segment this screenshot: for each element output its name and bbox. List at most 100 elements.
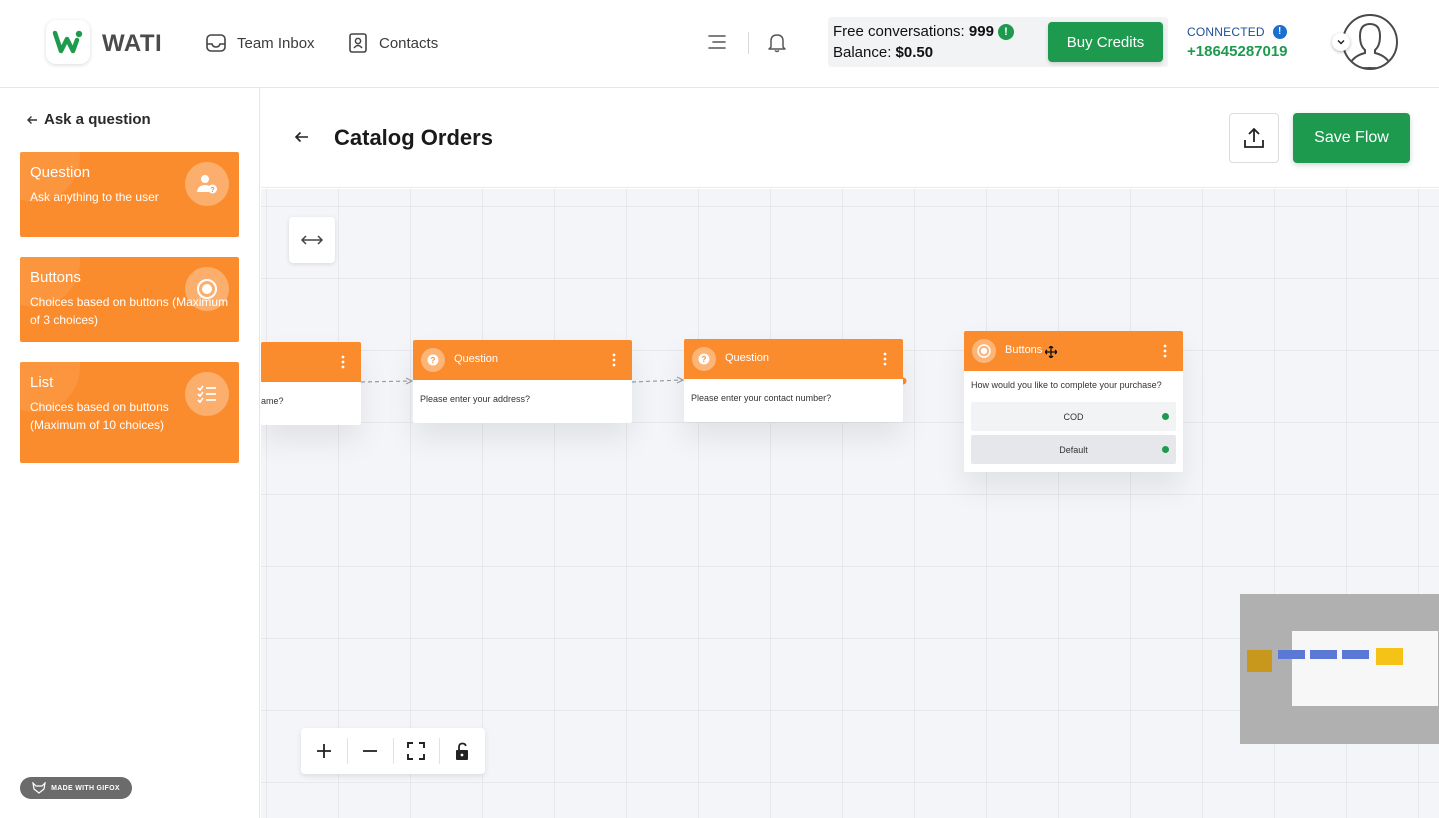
zoom-out-button[interactable] (347, 728, 393, 774)
option-label: Default (1059, 444, 1088, 455)
question-icon: ? (421, 348, 445, 372)
chevron-down-icon (1337, 39, 1345, 45)
more-vertical-icon[interactable] (1163, 344, 1167, 358)
nav-team-inbox[interactable]: Team Inbox (205, 32, 315, 54)
inbox-icon (206, 34, 226, 52)
node-title: Question (454, 353, 499, 365)
minus-icon (363, 750, 377, 752)
node-text: Please enter your contact number? (691, 393, 832, 403)
flow-canvas[interactable]: ame? ? Question Please enter your addres… (261, 189, 1439, 818)
fullscreen-icon (407, 742, 425, 760)
user-avatar-icon (1346, 22, 1394, 68)
node-title: Question (725, 352, 770, 364)
avatar[interactable] (1342, 14, 1398, 70)
bell-icon[interactable] (766, 31, 788, 53)
card-desc: Choices based on buttons (Maximum of 10 … (30, 400, 169, 432)
fit-view-button[interactable] (393, 728, 439, 774)
free-conversations-label: Free conversations: (833, 23, 969, 40)
top-header: WATI Team Inbox Contacts Free conversati… (0, 0, 1439, 88)
alert-icon[interactable]: ! (997, 24, 1014, 40)
minimap-viewport[interactable] (1292, 631, 1438, 706)
flow-node-question[interactable]: ame? (261, 342, 361, 425)
svg-text:?: ? (702, 355, 707, 364)
fox-icon (32, 782, 46, 794)
minimap-node (1310, 650, 1337, 659)
flow-node-buttons[interactable]: Buttons How would you like to complete y… (964, 331, 1183, 472)
nav-contacts-label: Contacts (379, 34, 439, 52)
arrow-left-icon[interactable] (293, 128, 311, 146)
node-text: ame? (261, 396, 284, 406)
more-vertical-icon[interactable] (883, 352, 887, 366)
minimap-node (1278, 650, 1305, 659)
info-icon[interactable]: ! (1272, 25, 1287, 39)
upload-icon (1244, 127, 1264, 148)
minimap[interactable] (1240, 594, 1439, 744)
svg-text:?: ? (210, 187, 214, 194)
gifox-label: MADE WITH GIFOX (51, 784, 120, 792)
balance-label: Balance: (833, 44, 896, 61)
arrow-left-icon (27, 115, 37, 124)
radio-button-icon (185, 267, 229, 311)
radio-button-icon (972, 339, 996, 363)
node-sidebar: Ask a question Question Ask anything to … (0, 88, 260, 818)
wati-logo-icon (52, 30, 83, 54)
flow-node-question[interactable]: ? Question Please enter your contact num… (684, 339, 903, 422)
question-icon: ? (692, 347, 716, 371)
unlock-icon (456, 742, 468, 760)
sidebar-card-question[interactable]: Question Ask anything to the user ? (20, 152, 239, 237)
minimap-node (1376, 648, 1403, 665)
node-option-default[interactable]: Default (971, 435, 1176, 464)
credits-panel: Free conversations: 999! Balance: $0.50 … (828, 17, 1168, 67)
card-title: Question (30, 164, 91, 181)
node-title: Buttons (1005, 344, 1043, 356)
flow-node-question[interactable]: ? Question Please enter your address? (413, 340, 632, 423)
free-conversations-value: 999 (968, 23, 994, 40)
gifox-watermark: MADE WITH GIFOX (20, 777, 132, 799)
more-vertical-icon[interactable] (612, 353, 616, 367)
minimap-node (1247, 650, 1272, 672)
connected-phone: +18645287019 (1187, 43, 1288, 60)
sidebar-title: Ask a question (44, 111, 151, 128)
wati-logo[interactable] (46, 20, 90, 64)
export-button[interactable] (1229, 113, 1279, 163)
svg-text:?: ? (431, 356, 436, 365)
flow-header: Catalog Orders Save Flow (261, 88, 1439, 188)
lock-button[interactable] (439, 728, 485, 774)
sidebar-card-list[interactable]: List Choices based on buttons (Maximum o… (20, 362, 239, 463)
sidebar-card-buttons[interactable]: Buttons Choices based on buttons (Maximu… (20, 257, 239, 342)
move-cursor-icon (1045, 346, 1057, 358)
balance: Balance: $0.50 (833, 44, 933, 61)
menu-icon[interactable] (706, 31, 728, 53)
header-divider (748, 32, 749, 54)
card-title: List (30, 374, 54, 391)
brand-name: WATI (102, 30, 163, 57)
zoom-in-button[interactable] (301, 728, 347, 774)
option-handle[interactable] (1162, 446, 1169, 453)
node-option-cod[interactable]: COD (971, 402, 1176, 431)
buy-credits-button[interactable]: Buy Credits (1048, 22, 1163, 62)
option-handle[interactable] (1162, 413, 1169, 420)
minimap-node (1342, 650, 1369, 659)
user-question-icon: ? (185, 162, 229, 206)
connector (631, 379, 683, 383)
free-conversations: Free conversations: 999! (833, 23, 1014, 40)
nav-contacts[interactable]: Contacts (347, 32, 438, 54)
nav-team-inbox-label: Team Inbox (237, 34, 315, 52)
connector (360, 380, 412, 383)
balance-value: $0.50 (895, 44, 934, 61)
checklist-icon (185, 372, 229, 416)
sidebar-back[interactable]: Ask a question (26, 111, 151, 128)
connection-status: CONNECTED ! (1187, 25, 1287, 39)
node-text: How would you like to complete your purc… (971, 380, 1162, 390)
page-title: Catalog Orders (334, 125, 493, 150)
save-flow-button[interactable]: Save Flow (1293, 113, 1410, 163)
connection-status-label: CONNECTED (1187, 25, 1265, 39)
node-text: Please enter your address? (420, 394, 531, 404)
contacts-icon (349, 33, 367, 53)
zoom-controls (301, 728, 485, 774)
plus-icon (317, 744, 331, 758)
card-title: Buttons (30, 269, 81, 286)
account-dropdown[interactable] (1332, 33, 1350, 51)
option-label: COD (1063, 411, 1084, 422)
more-vertical-icon[interactable] (341, 355, 345, 369)
